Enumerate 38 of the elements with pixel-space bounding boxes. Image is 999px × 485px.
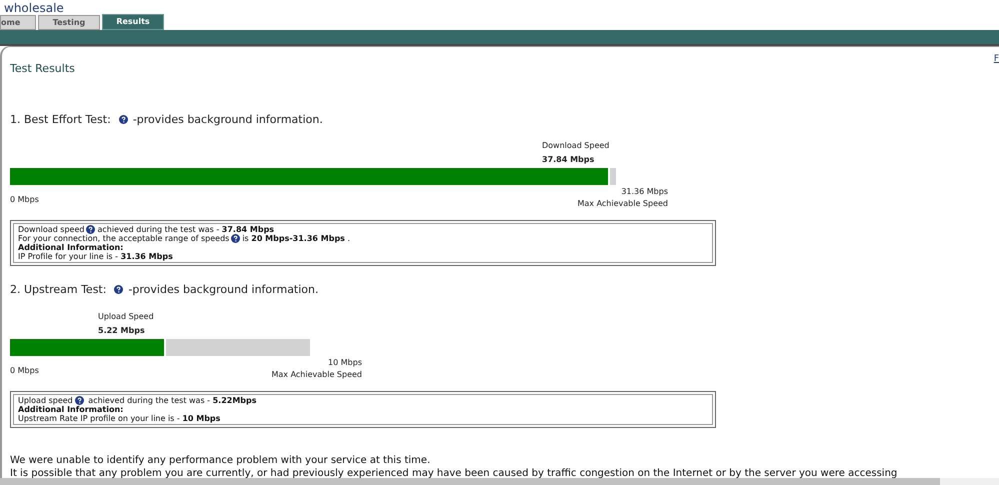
info-text: Download speed [18, 225, 84, 234]
summary-text: It is possible that any problem you are currently, or had previously experienced may have been caused by traffic congestion on the Internet or by the server you were accessing [10, 466, 898, 480]
max-speed-value: 10 Mbps [328, 356, 362, 368]
max-speed-value: 31.36 Mbps [621, 186, 668, 198]
nav-tab[interactable]: Results [102, 14, 164, 30]
help-icon[interactable] [231, 234, 240, 243]
info-text: achieved during the test was - 37.84 Mbps [97, 225, 274, 234]
max-speed-label: Max Achievable Speed [271, 368, 362, 380]
help-icon[interactable] [118, 114, 128, 124]
help-icon[interactable] [86, 225, 96, 234]
nav-tab[interactable]: ome [0, 15, 36, 30]
info-text: is 20 Mbps-31.36 Mbps . [242, 234, 350, 243]
speed-label: Upload Speed [98, 310, 154, 322]
speed-label: Download Speed [542, 140, 610, 152]
speed-value: 5.22 Mbps [98, 324, 145, 336]
info-text: For your connection, the acceptable range of speeds [18, 234, 230, 243]
horizontal-scrollbar[interactable] [0, 478, 999, 485]
test-heading: 1. Best Effort Test: [10, 112, 111, 128]
info-heading: Additional Information: [18, 404, 124, 414]
help-icon[interactable] [74, 396, 84, 404]
logo: wholesale [4, 2, 64, 14]
test-heading-note: -provides background information. [132, 112, 323, 128]
info-text: IP Profile for your line is - 31.36 Mbps [18, 252, 174, 261]
min-speed-label: 0 Mbps [10, 194, 39, 206]
min-speed-label: 0 Mbps [10, 364, 39, 376]
help-icon[interactable] [114, 285, 124, 294]
info-text: Upstream Rate IP profile on your line is - 10 Mbps [18, 414, 222, 422]
info-text: achieved during the test was - 5.22Mbps [87, 396, 257, 404]
info-heading: Additional Information: [18, 243, 124, 252]
page-title: Test Results [10, 61, 76, 77]
max-speed-label: Max Achievable Speed [577, 198, 668, 210]
side-link[interactable]: F [994, 53, 999, 66]
test-heading: 2. Upstream Test: [10, 282, 106, 298]
test-heading-note: -provides background information. [128, 282, 318, 298]
info-text: Upload speed [18, 396, 73, 404]
summary-text: We were unable to identify any performance problem with your service at this time. [10, 454, 432, 466]
nav-tab[interactable]: Testing [38, 15, 100, 30]
speed-value: 37.84 Mbps [542, 154, 594, 166]
